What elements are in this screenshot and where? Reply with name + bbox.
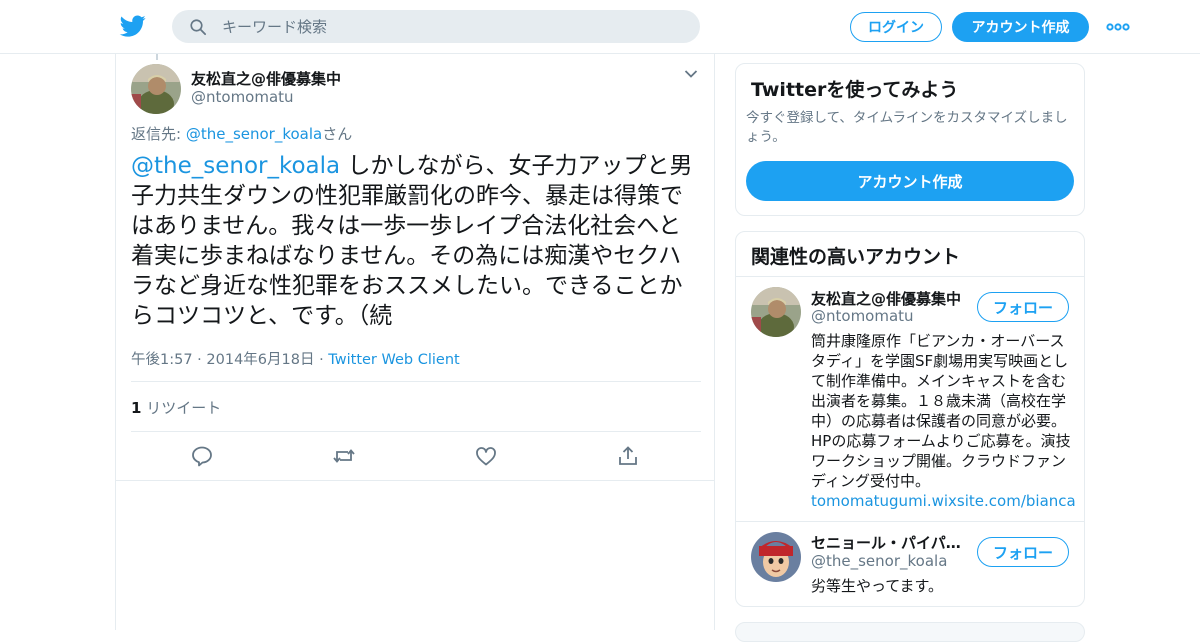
account-handle[interactable]: @ntomomatu bbox=[811, 307, 914, 325]
more-dots-icon[interactable] bbox=[1106, 17, 1130, 37]
reply-suffix: さん bbox=[322, 125, 353, 143]
tweet-author-handle[interactable]: @ntomomatu bbox=[191, 88, 294, 106]
account-bio: 筒井康隆原作「ビアンカ・オーバースタディ」を学園SF劇場用実写映画として制作準備… bbox=[811, 331, 1076, 511]
divider bbox=[131, 381, 701, 382]
tweet-metadata: 午後1:57 · 2014年6月18日 · Twitter Web Client bbox=[131, 348, 460, 369]
share-icon[interactable] bbox=[616, 444, 640, 468]
tweet-text: @the_senor_koala しかしながら、女子力アップと男子力共生ダウンの… bbox=[131, 151, 701, 331]
thread-connector bbox=[156, 54, 158, 60]
account-name[interactable]: セニョール・パイパ… bbox=[811, 532, 966, 553]
divider bbox=[131, 431, 701, 432]
search-icon bbox=[190, 19, 207, 36]
tweet-body: しかしながら、女子力アップと男子力共生ダウンの性犯罪厳罰化の昨今、暴走は得策では… bbox=[131, 153, 693, 329]
account-bio-link[interactable]: tomomatugumi.wixsite.com/bianca bbox=[811, 492, 1076, 510]
tweet-source-link[interactable]: Twitter Web Client bbox=[328, 352, 459, 368]
related-accounts-title: 関連性の高いアカウント bbox=[751, 246, 961, 268]
reply-context: 返信先: @the_senor_koalaさん bbox=[131, 123, 352, 144]
related-accounts-card: 関連性の高いアカウント 友松直之@俳優募集中 @ntomomatu フォロー 筒… bbox=[735, 231, 1085, 607]
follow-button[interactable]: フォロー bbox=[977, 292, 1069, 322]
account-photo bbox=[751, 287, 801, 337]
signup-card-description: 今すぐ登録して、タイムラインをカスタマイズしましょう。 bbox=[746, 110, 1068, 145]
like-icon[interactable] bbox=[474, 444, 498, 468]
follow-button[interactable]: フォロー bbox=[977, 537, 1069, 567]
account-name[interactable]: 友松直之@俳優募集中 bbox=[811, 288, 971, 309]
mention-link[interactable]: @the_senor_koala bbox=[131, 153, 340, 179]
avatar[interactable] bbox=[751, 532, 801, 582]
divider bbox=[736, 521, 1084, 522]
reply-icon[interactable] bbox=[190, 444, 214, 468]
chevron-down-icon[interactable] bbox=[684, 69, 698, 79]
tweet-detail: 友松直之@俳優募集中 @ntomomatu 返信先: @the_senor_ko… bbox=[115, 54, 715, 630]
reply-prefix: 返信先: bbox=[131, 125, 186, 143]
account-bio-text: 筒井康隆原作「ビアンカ・オーバースタディ」を学園SF劇場用実写映画として制作準備… bbox=[811, 332, 1071, 490]
account-handle[interactable]: @the_senor_koala bbox=[811, 552, 947, 570]
retweet-count: 1 bbox=[131, 399, 142, 417]
avatar[interactable] bbox=[751, 287, 801, 337]
signup-card: Twitterを使ってみよう 今すぐ登録して、タイムラインをカスタマイズしましょ… bbox=[735, 63, 1085, 216]
author-photo bbox=[131, 64, 181, 114]
divider bbox=[116, 480, 714, 481]
signup-card-title: Twitterを使ってみよう bbox=[751, 79, 959, 101]
account-photo bbox=[751, 532, 801, 582]
tweet-timestamp[interactable]: 午後1:57 · 2014年6月18日 · bbox=[131, 352, 328, 368]
signup-button[interactable]: アカウント作成 bbox=[952, 12, 1089, 42]
avatar[interactable] bbox=[131, 64, 181, 114]
retweet-label: リツイート bbox=[141, 399, 222, 417]
reply-to-link[interactable]: @the_senor_koala bbox=[186, 125, 322, 143]
divider bbox=[736, 276, 1084, 277]
retweet-icon[interactable] bbox=[332, 444, 356, 468]
next-card-peek bbox=[735, 622, 1085, 642]
account-bio: 劣等生やってます。 bbox=[811, 577, 944, 595]
search-input[interactable] bbox=[222, 10, 682, 43]
twitter-bird-icon[interactable] bbox=[119, 13, 147, 39]
tweet-author-name[interactable]: 友松直之@俳優募集中 bbox=[191, 68, 341, 89]
retweet-stats[interactable]: 1 リツイート bbox=[131, 397, 221, 418]
signup-card-button[interactable]: アカウント作成 bbox=[746, 161, 1074, 201]
login-button[interactable]: ログイン bbox=[850, 12, 942, 42]
top-navigation-bar: ログイン アカウント作成 bbox=[0, 0, 1200, 54]
search-box[interactable] bbox=[172, 10, 700, 43]
